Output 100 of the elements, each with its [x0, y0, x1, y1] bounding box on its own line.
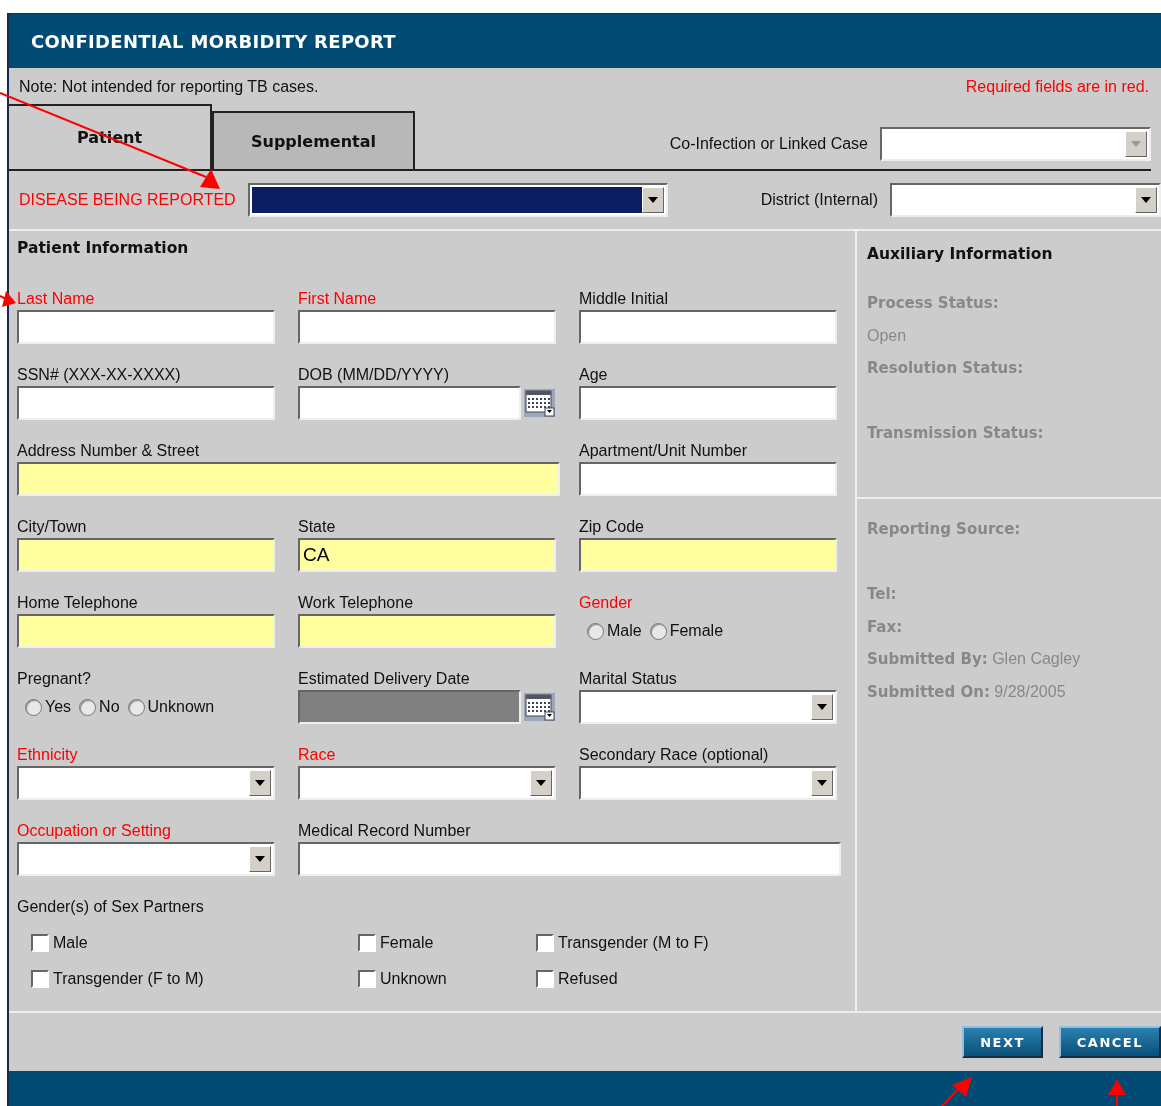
dropdown-arrow-icon [1141, 197, 1151, 203]
checkbox[interactable] [358, 970, 376, 988]
field-label: Secondary Race (optional) [579, 746, 770, 765]
dropdown-field[interactable] [579, 690, 837, 724]
info-label: Submitted By: [867, 650, 988, 668]
radio-button[interactable] [127, 698, 145, 716]
text-field[interactable]: CA [298, 538, 556, 572]
required-note: Required fields are in red. [965, 78, 1149, 97]
checkbox-label: Transgender (F to M) [53, 970, 204, 988]
radio-label: Male [607, 622, 642, 640]
field-label: Medical Record Number [298, 822, 472, 841]
dropdown-arrow-icon [817, 780, 827, 786]
text-field[interactable] [298, 614, 556, 648]
field-label: Last Name [17, 290, 96, 309]
dropdown-arrow-icon [817, 704, 827, 710]
text-field[interactable] [298, 842, 841, 876]
status-label: Resolution Status: [867, 359, 1024, 377]
text-field[interactable] [298, 310, 556, 344]
checkbox-label: Refused [558, 970, 618, 988]
radio-option[interactable]: Male [587, 622, 642, 640]
section-heading: Auxiliary Information [867, 245, 1054, 263]
field-label: SSN# (XXX-XX-XXXX) [17, 366, 182, 385]
field-label: State [298, 518, 337, 537]
checkbox[interactable] [31, 934, 49, 952]
annotation-arrow [0, 291, 16, 307]
radio-button[interactable] [79, 698, 97, 716]
radio-option[interactable]: No [79, 698, 120, 716]
radio-label: No [99, 698, 120, 716]
dropdown-field[interactable] [890, 183, 1161, 217]
info-label: Tel: [867, 585, 897, 603]
text-field[interactable] [17, 614, 275, 648]
field-label: Middle Initial [579, 290, 669, 309]
radio-label: Unknown [147, 698, 215, 716]
dropdown-field[interactable] [17, 766, 275, 800]
checkbox[interactable] [536, 970, 554, 988]
field-label: Marital Status [579, 670, 678, 689]
text-field[interactable] [579, 310, 837, 344]
text-field[interactable] [17, 462, 560, 496]
field-label: Address Number & Street [17, 442, 201, 461]
field-label: First Name [298, 290, 378, 309]
field-label: District (Internal) [760, 191, 878, 209]
field-label: Co-Infection or Linked Case [669, 135, 868, 153]
info-label: Fax: [867, 617, 903, 636]
field-label: Age [579, 366, 609, 385]
radio-option[interactable]: Yes [25, 698, 72, 716]
field-label: Occupation or Setting [17, 822, 172, 841]
dropdown-arrow-icon [536, 780, 546, 786]
info-label: Submitted On: [867, 682, 990, 701]
field-label: Gender [579, 594, 634, 613]
form-button[interactable]: CANCEL [1058, 1026, 1161, 1058]
field-label: Apartment/Unit Number [579, 442, 749, 461]
dropdown-arrow-icon [1131, 141, 1141, 147]
field-label: Estimated Delivery Date [298, 670, 471, 689]
field-label: Home Telephone [17, 594, 139, 613]
field-label: City/Town [17, 518, 88, 537]
checkbox-label: Male [53, 934, 88, 952]
text-field[interactable] [17, 310, 275, 344]
text-field[interactable] [17, 386, 275, 420]
annotation-arrow [1108, 1079, 1126, 1106]
text-field[interactable] [579, 462, 837, 496]
checkbox[interactable] [31, 970, 49, 988]
form-button[interactable]: NEXT [962, 1026, 1043, 1058]
radio-label: Female [669, 622, 724, 640]
radio-option[interactable]: Female [649, 622, 724, 640]
dropdown-field[interactable] [247, 183, 668, 217]
dropdown-field[interactable] [17, 842, 275, 876]
tab[interactable]: Supplemental [212, 111, 415, 169]
radio-button[interactable] [649, 622, 667, 640]
text-field[interactable] [17, 538, 275, 572]
dropdown-field[interactable] [579, 766, 837, 800]
radio-button[interactable] [25, 698, 42, 716]
window-title: CONFIDENTIAL MORBIDITY REPORT [9, 14, 1161, 68]
field-label: Ethnicity [17, 746, 79, 765]
field-label: DOB (MM/DD/YYYY) [298, 366, 451, 385]
field-label: Pregnant? [17, 670, 92, 689]
radio-option[interactable]: Unknown [127, 698, 215, 716]
text-field[interactable] [579, 538, 837, 572]
dropdown-arrow-icon [255, 780, 265, 786]
status-value: Open [867, 326, 907, 344]
radio-label: Yes [45, 698, 72, 716]
checkbox[interactable] [536, 934, 554, 952]
text-field[interactable] [579, 386, 837, 420]
calendar-icon[interactable] [523, 692, 556, 722]
field-label: Race [298, 746, 337, 765]
dropdown-arrow-icon [255, 856, 265, 862]
dropdown-field[interactable] [298, 766, 556, 800]
checkbox[interactable] [358, 934, 376, 952]
info-value: Glen Cagley [992, 650, 1081, 667]
field-label: Gender(s) of Sex Partners [17, 898, 204, 915]
note-text: Note: Not intended for reporting TB cases. [19, 78, 319, 97]
status-label: Reporting Source: [867, 520, 1021, 538]
date-field[interactable] [298, 386, 521, 420]
checkbox-label: Transgender (M to F) [558, 934, 709, 952]
radio-button[interactable] [587, 622, 604, 640]
field-label: Work Telephone [298, 594, 415, 613]
dropdown-arrow-icon [647, 197, 658, 203]
field-label: DISEASE BEING REPORTED [19, 191, 236, 209]
field-label: Zip Code [579, 518, 645, 537]
section-heading: Patient Information [17, 239, 190, 257]
calendar-icon[interactable] [523, 388, 556, 418]
